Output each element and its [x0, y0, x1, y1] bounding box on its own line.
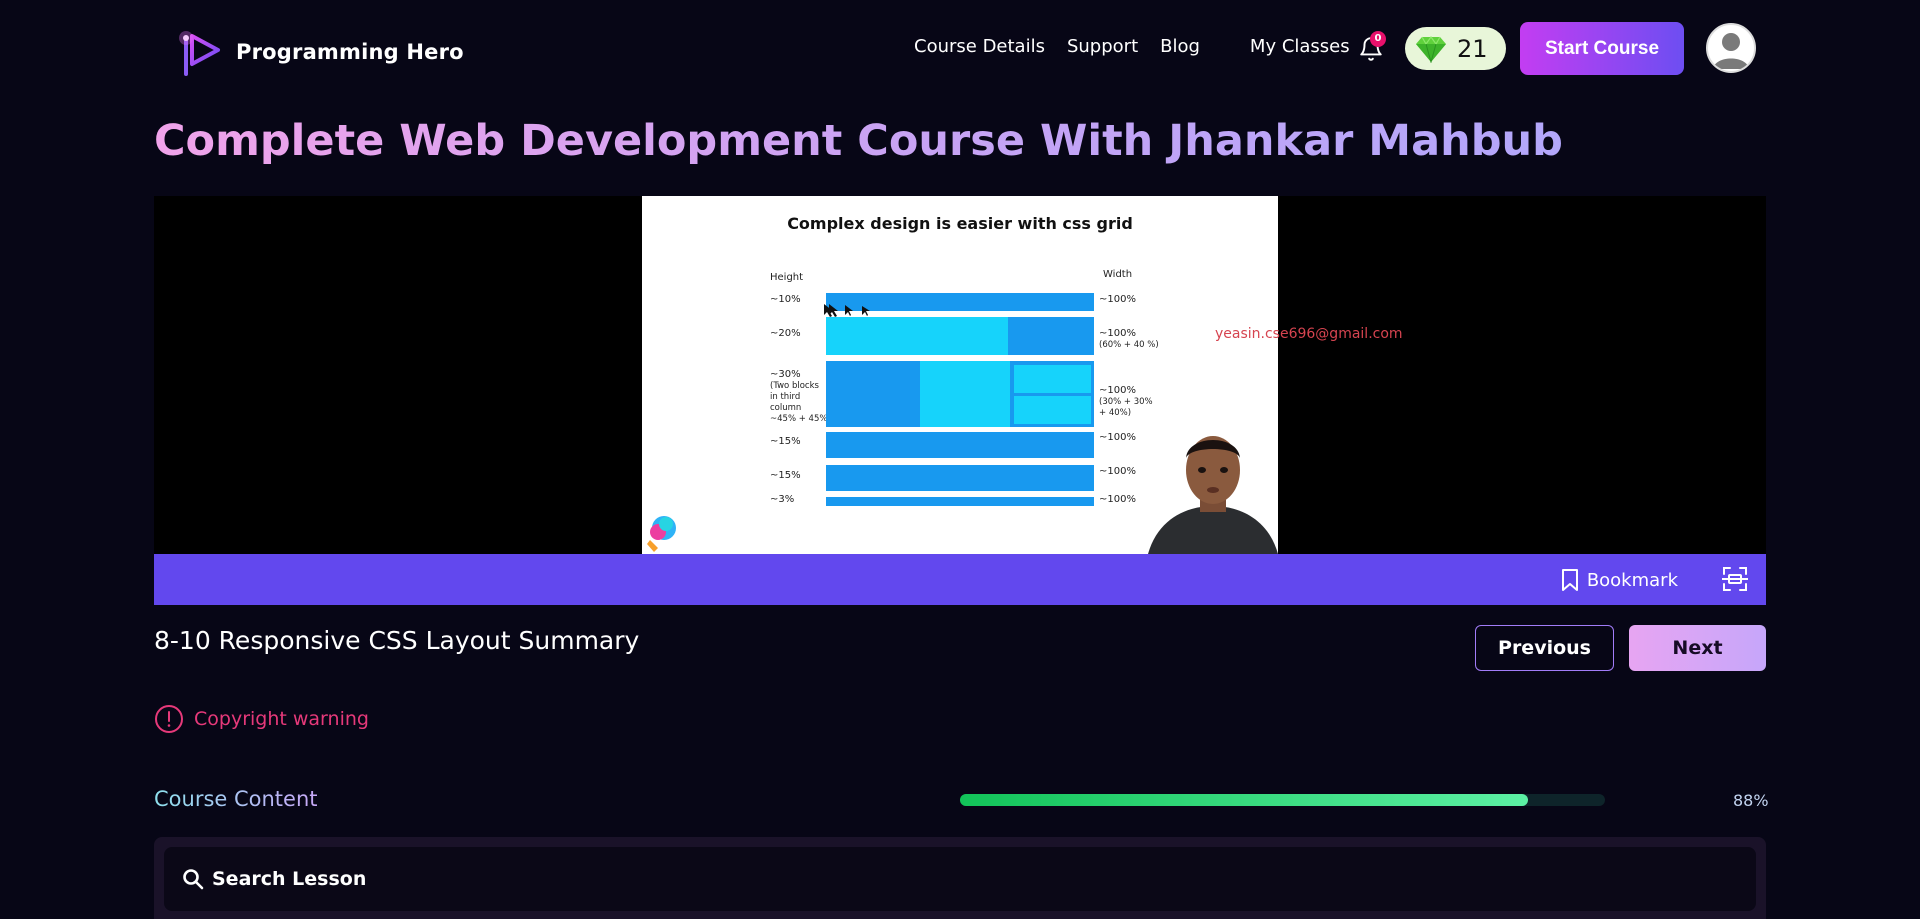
- slide-height-label: ~10%: [770, 294, 801, 305]
- nav-course-details[interactable]: Course Details: [914, 36, 1045, 57]
- video-player[interactable]: Complex design is easier with css grid H…: [154, 196, 1766, 554]
- slide-width-label: + 40%): [1099, 408, 1132, 418]
- avatar[interactable]: [1706, 23, 1756, 73]
- nav-support[interactable]: Support: [1067, 36, 1138, 57]
- user-icon: [1713, 33, 1749, 69]
- fullscreen-icon[interactable]: [1721, 566, 1749, 592]
- slide-width-label: ~100%: [1099, 432, 1136, 443]
- slide-width-label: (60% + 40 %): [1099, 340, 1159, 350]
- notification-badge: 0: [1370, 31, 1386, 47]
- slide-height-label: ~45% + 45%): [770, 414, 831, 424]
- copyright-warning[interactable]: Copyright warning: [154, 704, 369, 734]
- video-watermark: yeasin.cse696@gmail.com: [1215, 326, 1403, 342]
- slide-height-label: ~30%: [770, 369, 801, 380]
- slide-height-label: in third: [770, 392, 801, 402]
- slide-height-heading: Height: [770, 272, 804, 283]
- slide-block: [920, 361, 1010, 427]
- course-progress-bar: [960, 794, 1605, 806]
- slide-block: [826, 361, 920, 427]
- slide-block: [826, 465, 1094, 491]
- slide-height-label: ~20%: [770, 328, 801, 339]
- nav-my-classes[interactable]: My Classes: [1250, 36, 1350, 57]
- start-course-button[interactable]: Start Course: [1520, 22, 1684, 75]
- slide-height-label: ~15%: [770, 436, 801, 447]
- slide-block: [1014, 365, 1091, 393]
- warning-icon: [155, 705, 183, 733]
- bulb-logo-icon: [647, 516, 676, 552]
- slide-block: [1014, 396, 1091, 424]
- previous-button[interactable]: Previous: [1475, 625, 1614, 671]
- slide-width-label: ~100%: [1099, 466, 1136, 477]
- slide-height-label: column: [770, 403, 802, 413]
- slide-width-heading: Width: [1103, 269, 1133, 280]
- bookmark-label: Bookmark: [1586, 569, 1678, 591]
- cursor-icon: [824, 304, 870, 317]
- slide-width-label: (30% + 30%: [1099, 397, 1153, 407]
- course-title: Complete Web Development Course With Jha…: [154, 116, 1563, 166]
- course-progress-fill: [960, 794, 1528, 806]
- presenter-webcam: [1148, 428, 1278, 554]
- slide-block: [826, 432, 1094, 458]
- bookmark-button[interactable]: Bookmark: [1561, 568, 1678, 592]
- slide-width-label: ~100%: [1099, 385, 1136, 396]
- slide-block: [826, 317, 1008, 355]
- next-button[interactable]: Next: [1629, 625, 1766, 671]
- copyright-warning-label: Copyright warning: [194, 708, 369, 730]
- slide-width-label: ~100%: [1099, 328, 1136, 339]
- search-lesson-box[interactable]: [164, 847, 1756, 911]
- search-input[interactable]: [212, 868, 1712, 890]
- nav-blog[interactable]: Blog: [1160, 36, 1200, 57]
- lesson-title: 8-10 Responsive CSS Layout Summary: [154, 626, 640, 655]
- course-progress-percent: 88%: [1733, 791, 1769, 810]
- gem-count: 21: [1457, 34, 1488, 63]
- course-content-panel: [154, 837, 1766, 919]
- course-content-label: Course Content: [154, 787, 318, 811]
- slide-height-label: (Two blocks: [770, 381, 819, 391]
- brand-logo[interactable]: Programming Hero: [178, 26, 464, 78]
- slide-block: [1008, 317, 1094, 355]
- search-icon: [183, 869, 204, 890]
- bookmark-icon: [1561, 569, 1578, 591]
- slide-width-label: ~100%: [1099, 294, 1136, 305]
- slide-height-label: ~15%: [770, 470, 801, 481]
- gem-counter[interactable]: 21: [1405, 27, 1506, 70]
- main-nav: Course Details Support Blog My Classes: [914, 36, 1350, 57]
- slide-title: Complex design is easier with css grid: [787, 214, 1133, 233]
- slide-block: [826, 497, 1094, 506]
- slide-height-label: ~3%: [770, 494, 795, 505]
- slide-width-label: ~100%: [1099, 494, 1136, 505]
- video-control-bar: Bookmark: [154, 554, 1766, 605]
- gem-icon: [1416, 35, 1446, 63]
- brand-name: Programming Hero: [236, 40, 464, 64]
- logo-play-icon: [178, 26, 224, 78]
